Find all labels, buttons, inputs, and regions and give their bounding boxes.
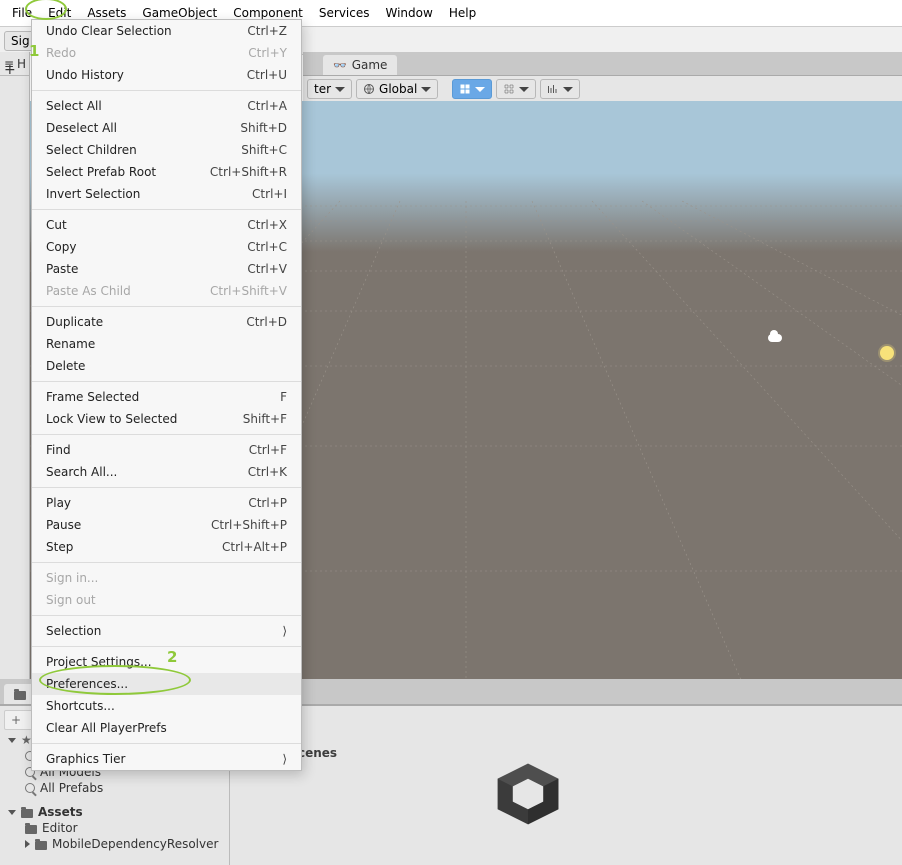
toolbar-grid-button[interactable] <box>452 79 492 99</box>
menu-item-undo-history[interactable]: Undo HistoryCtrl+U <box>32 64 301 86</box>
menu-item-graphics-tier[interactable]: Graphics Tier⟩ <box>32 748 301 770</box>
menu-item-duplicate[interactable]: DuplicateCtrl+D <box>32 311 301 333</box>
menu-window[interactable]: Window <box>378 4 441 22</box>
menu-item-copy[interactable]: CopyCtrl+C <box>32 236 301 258</box>
menu-item-find[interactable]: FindCtrl+F <box>32 439 301 461</box>
snap-icon <box>503 83 515 95</box>
scene-tabs: 👓 Game <box>303 52 902 76</box>
menu-item-project-settings[interactable]: Project Settings... <box>32 651 301 673</box>
assets-folder[interactable]: Assets <box>4 804 225 820</box>
menu-separator <box>32 209 301 210</box>
menu-item-selection[interactable]: Selection⟩ <box>32 620 301 642</box>
menu-item-shortcuts[interactable]: Shortcuts... <box>32 695 301 717</box>
menu-item-redo: RedoCtrl+Y <box>32 42 301 64</box>
search-icon <box>25 783 35 793</box>
menu-item-select-children[interactable]: Select ChildrenShift+C <box>32 139 301 161</box>
menu-separator <box>32 306 301 307</box>
globe-icon <box>363 83 375 95</box>
menu-item-sign-out: Sign out <box>32 589 301 611</box>
assets-mdr-folder[interactable]: MobileDependencyResolver <box>4 836 225 852</box>
menu-item-delete[interactable]: Delete <box>32 355 301 377</box>
toolbar-ter-dropdown[interactable]: ter <box>307 79 352 99</box>
scene-toolbar: ter Global <box>303 76 902 102</box>
game-icon: 👓 <box>333 59 347 72</box>
menu-item-pause[interactable]: PauseCtrl+Shift+P <box>32 514 301 536</box>
menu-item-search-all[interactable]: Search All...Ctrl+K <box>32 461 301 483</box>
menu-item-select-all[interactable]: Select AllCtrl+A <box>32 95 301 117</box>
toolbar-increment-button[interactable] <box>540 79 580 99</box>
menu-services[interactable]: Services <box>311 4 378 22</box>
menu-item-play[interactable]: PlayCtrl+P <box>32 492 301 514</box>
favorites-all-prefabs[interactable]: All Prefabs <box>4 780 225 796</box>
menu-item-rename[interactable]: Rename <box>32 333 301 355</box>
menu-item-sign-in: Sign in... <box>32 567 301 589</box>
game-tab[interactable]: 👓 Game <box>323 55 397 75</box>
menu-item-clear-all-playerprefs[interactable]: Clear All PlayerPrefs <box>32 717 301 739</box>
menu-separator <box>32 381 301 382</box>
menu-help[interactable]: Help <box>441 4 484 22</box>
menu-item-preferences[interactable]: Preferences... <box>32 673 301 695</box>
menu-item-cut[interactable]: CutCtrl+X <box>32 214 301 236</box>
folder-icon <box>14 691 26 700</box>
folder-icon <box>25 825 37 834</box>
menu-item-frame-selected[interactable]: Frame SelectedF <box>32 386 301 408</box>
menu-item-deselect-all[interactable]: Deselect AllShift+D <box>32 117 301 139</box>
menu-separator <box>32 487 301 488</box>
menu-item-paste-as-child: Paste As ChildCtrl+Shift+V <box>32 280 301 302</box>
scene-cloud-gizmo <box>768 334 782 342</box>
folder-icon <box>21 809 33 818</box>
assets-editor-folder[interactable]: Editor <box>4 820 225 836</box>
increment-icon <box>547 83 559 95</box>
menu-separator <box>32 615 301 616</box>
menu-item-select-prefab-root[interactable]: Select Prefab RootCtrl+Shift+R <box>32 161 301 183</box>
menu-item-step[interactable]: StepCtrl+Alt+P <box>32 536 301 558</box>
menu-item-invert-selection[interactable]: Invert SelectionCtrl+I <box>32 183 301 205</box>
project-content-area[interactable]: cenes <box>230 706 902 865</box>
toolbar-global-dropdown[interactable]: Global <box>356 79 438 99</box>
menu-item-lock-view-to-selected[interactable]: Lock View to SelectedShift+F <box>32 408 301 430</box>
scene-light-gizmo <box>880 346 894 360</box>
menu-separator <box>32 743 301 744</box>
menu-separator <box>32 434 301 435</box>
edit-menu-popup: Undo Clear SelectionCtrl+ZRedoCtrl+YUndo… <box>31 19 302 771</box>
toolbar-snap-button[interactable] <box>496 79 536 99</box>
menu-item-paste[interactable]: PasteCtrl+V <box>32 258 301 280</box>
menu-separator <box>32 562 301 563</box>
unity-asset-icon[interactable] <box>490 756 566 832</box>
menu-item-undo-clear-selection[interactable]: Undo Clear SelectionCtrl+Z <box>32 20 301 42</box>
menu-separator <box>32 90 301 91</box>
content-path-fragment: cenes <box>298 746 337 760</box>
folder-icon <box>35 841 47 850</box>
menu-separator <box>32 646 301 647</box>
hierarchy-panel-edge: ≡H <box>0 52 30 717</box>
grid-icon <box>459 83 471 95</box>
